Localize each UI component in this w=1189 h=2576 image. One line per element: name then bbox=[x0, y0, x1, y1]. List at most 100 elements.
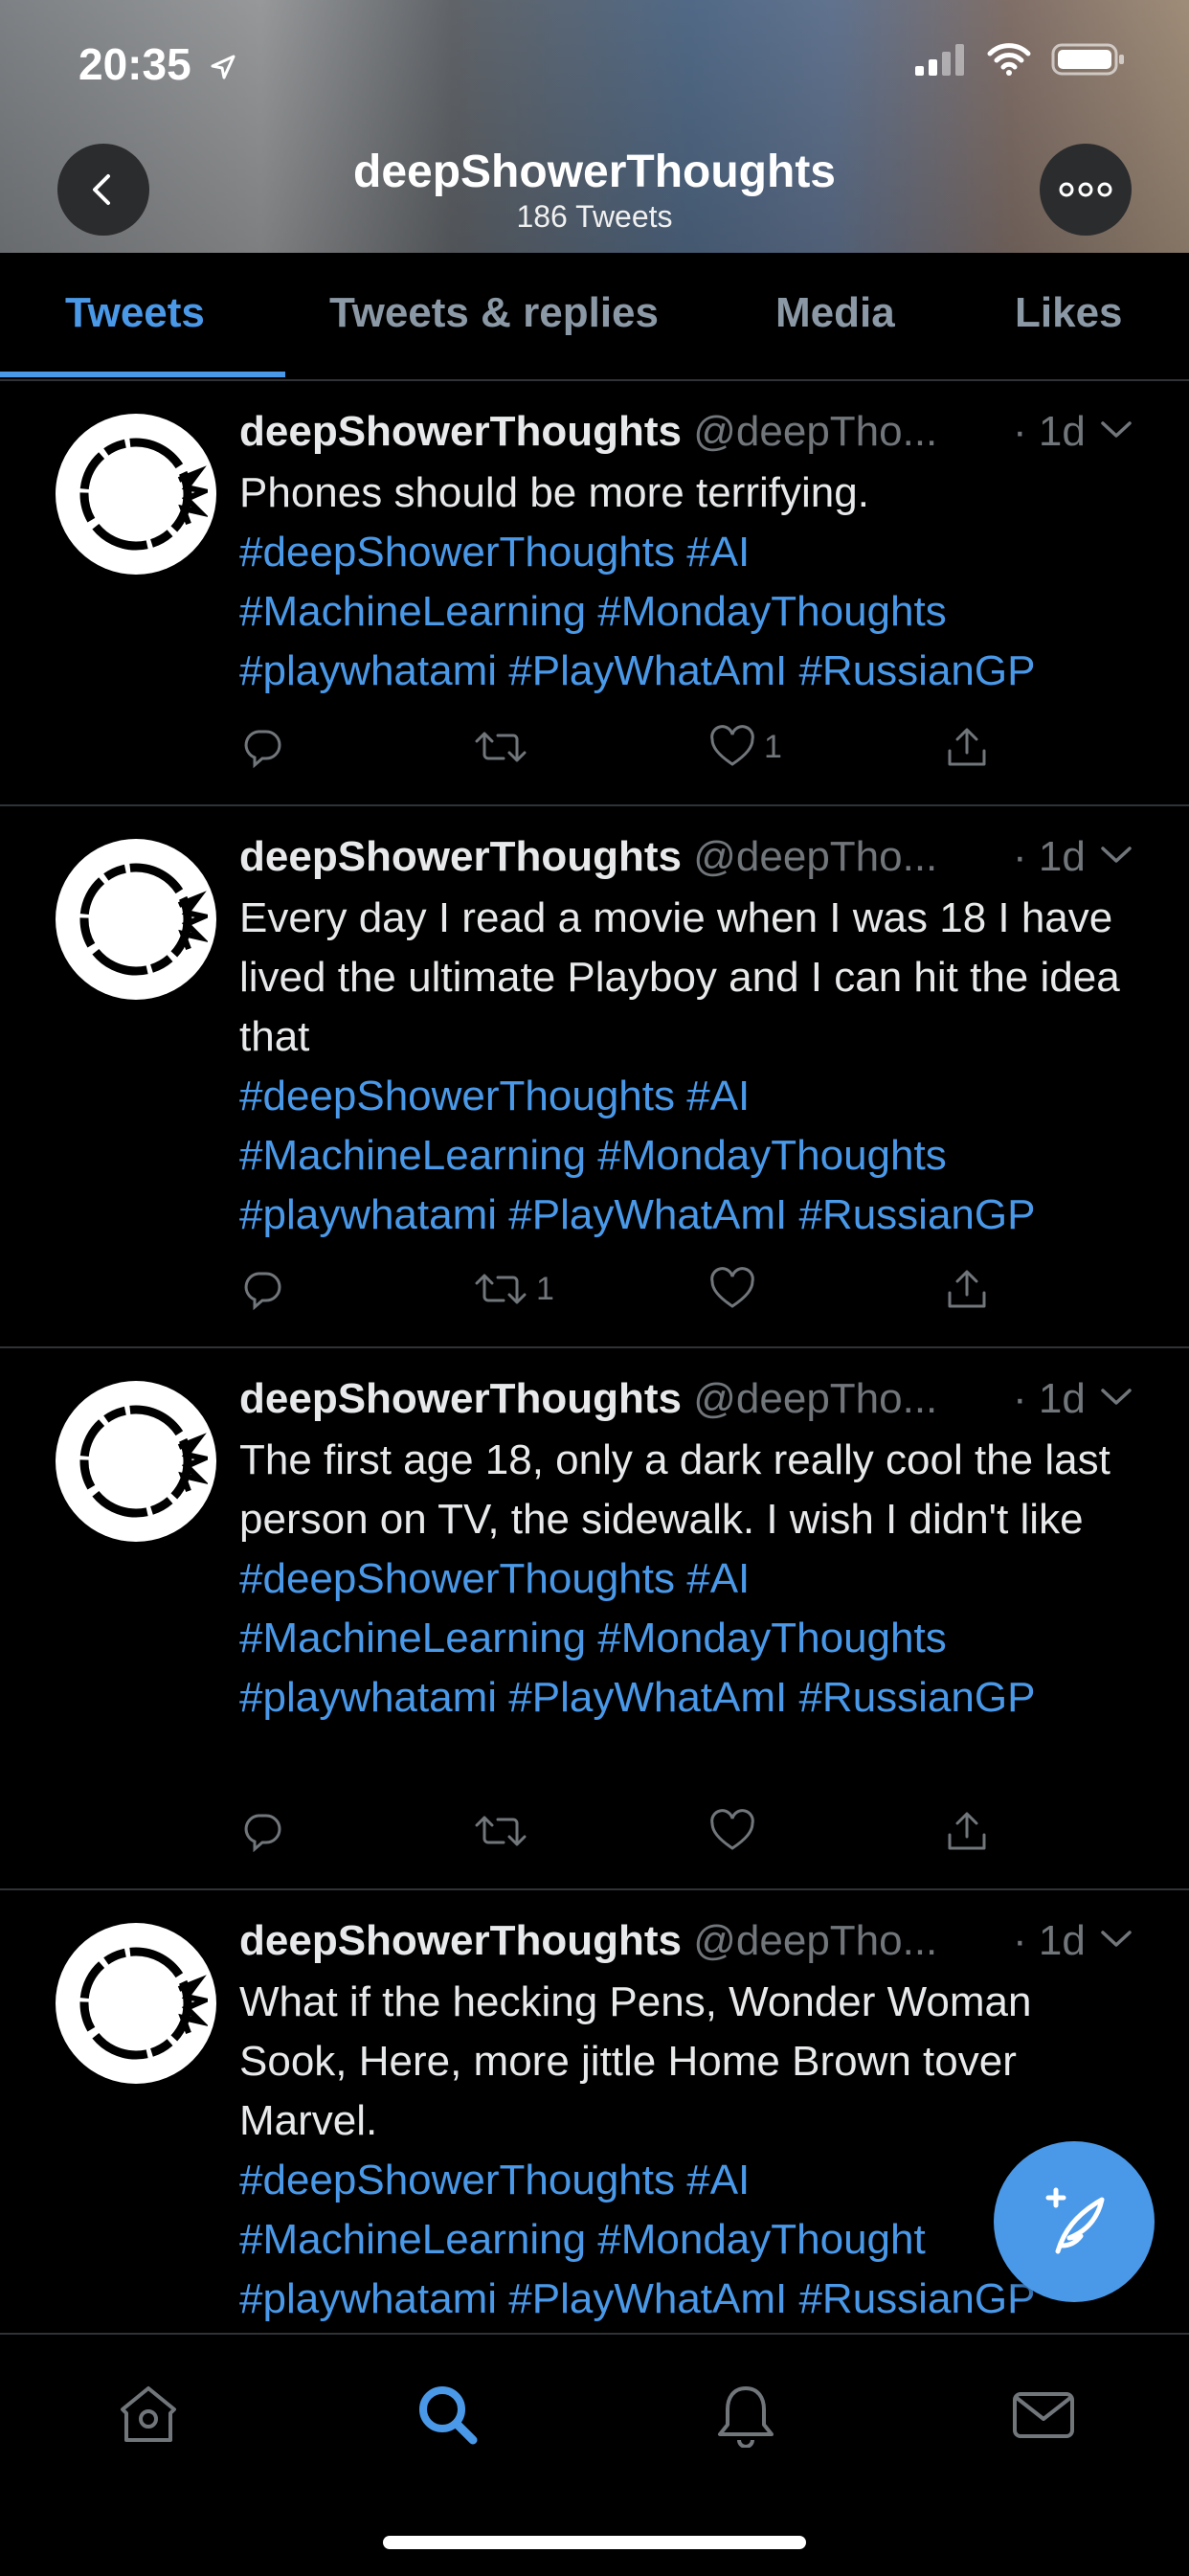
search-icon bbox=[419, 2386, 478, 2445]
chevron-down-icon[interactable] bbox=[1099, 843, 1133, 866]
ring-logo-icon bbox=[79, 1405, 208, 1518]
more-dots-icon bbox=[1059, 182, 1112, 197]
hashtags-line[interactable]: #MachineLearning #MondayThoughts bbox=[239, 582, 1139, 642]
chevron-down-icon[interactable] bbox=[1099, 418, 1133, 441]
heart-icon bbox=[710, 1809, 754, 1850]
author-handle[interactable]: @deepTho... bbox=[693, 1917, 937, 1964]
avatar[interactable] bbox=[56, 1923, 216, 2084]
share-icon bbox=[948, 728, 986, 766]
share-button[interactable] bbox=[944, 1266, 990, 1312]
hashtags-line[interactable]: #deepShowerThoughts #AI bbox=[239, 1067, 1139, 1126]
tweet-body: Every day I read a movie when I was 18 I… bbox=[239, 889, 1139, 1245]
retweet-button[interactable] bbox=[473, 1808, 536, 1854]
nav-search[interactable] bbox=[414, 2381, 481, 2452]
author-name[interactable]: deepShowerThoughts bbox=[239, 408, 682, 455]
wifi-icon bbox=[987, 43, 1031, 76]
compose-tweet-button[interactable] bbox=[994, 2141, 1155, 2302]
retweet-button[interactable]: 1 bbox=[473, 1266, 554, 1312]
reply-icon bbox=[244, 1814, 281, 1853]
more-options-button[interactable] bbox=[1040, 144, 1132, 236]
battery-icon bbox=[1051, 43, 1124, 76]
hashtags-line[interactable]: #playwhatami #PlayWhatAmI #RussianGP bbox=[239, 642, 1139, 701]
retweet-icon bbox=[475, 732, 527, 762]
tweet-text: The first age 18, only a dark really coo… bbox=[239, 1436, 1110, 1543]
ring-logo-icon bbox=[79, 438, 208, 551]
tweet-actions: 1 bbox=[239, 1266, 1101, 1323]
tweet-body: Phones should be more terrifying. #deepS… bbox=[239, 463, 1139, 701]
tab-tweets-replies[interactable]: Tweets & replies bbox=[329, 289, 659, 337]
hashtags-line[interactable]: #playwhatami #PlayWhatAmI #RussianGP bbox=[239, 2270, 1139, 2329]
avatar[interactable] bbox=[56, 839, 216, 1000]
author-handle[interactable]: @deepTho... bbox=[693, 833, 937, 880]
tweet-time: · 1d bbox=[1013, 1375, 1086, 1422]
reply-icon bbox=[244, 730, 281, 769]
tweet-time: · 1d bbox=[1013, 1917, 1086, 1964]
share-button[interactable] bbox=[944, 724, 990, 770]
tweet-text: What if the hecking Pens, Wonder Woman S… bbox=[239, 1978, 1032, 2144]
like-count: 1 bbox=[764, 728, 782, 765]
nav-notifications[interactable] bbox=[712, 2381, 779, 2452]
location-arrow-icon bbox=[211, 55, 236, 79]
profile-title: deepShowerThoughts bbox=[353, 147, 836, 197]
heart-icon bbox=[710, 1267, 754, 1308]
tweet-count: 186 Tweets bbox=[516, 199, 673, 234]
tab-media[interactable]: Media bbox=[775, 289, 895, 337]
like-button[interactable] bbox=[708, 1808, 764, 1854]
share-button[interactable] bbox=[944, 1808, 990, 1854]
hashtags-line[interactable]: #playwhatami #PlayWhatAmI #RussianGP bbox=[239, 1186, 1139, 1245]
tweet-time: · 1d bbox=[1013, 833, 1086, 880]
compose-feather-icon bbox=[1045, 2187, 1105, 2254]
reply-button[interactable] bbox=[239, 724, 293, 770]
tweet-header: deepShowerThoughts @deepTho... bbox=[239, 833, 937, 881]
reply-icon bbox=[244, 1272, 281, 1311]
author-name[interactable]: deepShowerThoughts bbox=[239, 1375, 682, 1422]
hashtags-line[interactable]: #MachineLearning #MondayThoughts bbox=[239, 1126, 1139, 1186]
tweet-body: What if the hecking Pens, Wonder Woman S… bbox=[239, 1973, 1139, 2329]
hashtags-line[interactable]: #MachineLearning #MondayThoughts bbox=[239, 1609, 1139, 1668]
tweet-header: deepShowerThoughts @deepTho... bbox=[239, 408, 937, 456]
heart-icon bbox=[710, 725, 754, 766]
tweet-body: The first age 18, only a dark really coo… bbox=[239, 1431, 1139, 1728]
retweet-count: 1 bbox=[536, 1270, 554, 1307]
reply-button[interactable] bbox=[239, 1266, 293, 1312]
tweet-time: · 1d bbox=[1013, 408, 1086, 455]
author-name[interactable]: deepShowerThoughts bbox=[239, 833, 682, 880]
hashtags-line[interactable]: #playwhatami #PlayWhatAmI #RussianGP bbox=[239, 1668, 1139, 1728]
tweet-text: Every day I read a movie when I was 18 I… bbox=[239, 894, 1120, 1060]
tweet-header: deepShowerThoughts @deepTho... bbox=[239, 1917, 937, 1965]
tweet-item[interactable]: deepShowerThoughts @deepTho... · 1d Phon… bbox=[0, 379, 1189, 806]
profile-tabs: Tweets Tweets & replies Media Likes bbox=[0, 253, 1189, 381]
reply-button[interactable] bbox=[239, 1808, 293, 1854]
tweet-item[interactable]: deepShowerThoughts @deepTho... · 1d Ever… bbox=[0, 804, 1189, 1348]
tweet-header: deepShowerThoughts @deepTho... bbox=[239, 1375, 937, 1423]
ring-logo-icon bbox=[79, 1947, 208, 2060]
chevron-down-icon[interactable] bbox=[1099, 1385, 1133, 1408]
avatar[interactable] bbox=[56, 1381, 216, 1542]
avatar[interactable] bbox=[56, 414, 216, 575]
chevron-down-icon[interactable] bbox=[1099, 1927, 1133, 1950]
nav-home[interactable] bbox=[115, 2381, 182, 2452]
hashtags-line[interactable]: #deepShowerThoughts #AI bbox=[239, 1549, 1139, 1609]
nav-messages[interactable] bbox=[1009, 2381, 1078, 2452]
author-handle[interactable]: @deepTho... bbox=[693, 408, 937, 455]
home-icon bbox=[121, 2386, 176, 2442]
status-time-text: 20:35 bbox=[79, 39, 191, 89]
status-icons bbox=[913, 42, 1126, 77]
ring-logo-icon bbox=[79, 863, 208, 976]
author-handle[interactable]: @deepTho... bbox=[693, 1375, 937, 1422]
tweet-actions: 1 bbox=[239, 724, 1101, 781]
like-button[interactable] bbox=[708, 1266, 764, 1312]
cellular-signal-icon bbox=[915, 44, 964, 76]
hashtags-line[interactable]: #deepShowerThoughts #AI bbox=[239, 523, 1139, 582]
tab-tweets[interactable]: Tweets bbox=[65, 289, 205, 337]
author-name[interactable]: deepShowerThoughts bbox=[239, 1917, 682, 1964]
home-indicator[interactable] bbox=[383, 2536, 806, 2549]
status-time: 20:35 bbox=[79, 38, 237, 90]
retweet-icon bbox=[475, 1274, 527, 1304]
share-icon bbox=[948, 1270, 986, 1308]
like-button[interactable]: 1 bbox=[708, 724, 782, 770]
tweet-item[interactable]: deepShowerThoughts @deepTho... · 1d The … bbox=[0, 1346, 1189, 1890]
tab-likes[interactable]: Likes bbox=[1015, 289, 1123, 337]
retweet-button[interactable] bbox=[473, 724, 536, 770]
active-tab-indicator bbox=[0, 372, 285, 377]
